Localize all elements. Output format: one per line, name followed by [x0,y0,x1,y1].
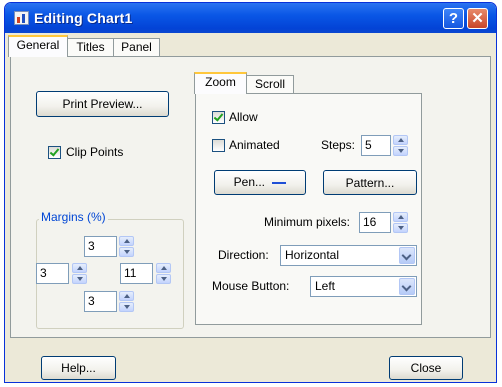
animated-checkbox[interactable] [212,139,225,152]
margin-right-spinner[interactable] [156,263,171,284]
chevron-down-icon[interactable] [399,278,415,295]
close-icon[interactable]: ✕ [467,8,488,29]
margin-bottom-field[interactable]: 3 [84,291,117,312]
direction-label: Direction: [218,248,269,262]
spin-up-icon[interactable] [156,263,171,273]
tab-titles-label: Titles [76,40,105,54]
subtab-zoom[interactable]: Zoom [194,72,247,94]
tab-panel[interactable]: Panel [113,38,160,57]
tab-general-label: General [16,38,60,52]
clip-points-label: Clip Points [66,145,124,159]
steps-spinner[interactable] [393,135,408,156]
margin-bottom-spinner[interactable] [119,291,134,312]
pen-swatch-icon [272,181,287,184]
spin-up-icon[interactable] [72,263,87,273]
chart-app-icon [14,11,29,25]
margin-top-field[interactable]: 3 [84,236,117,257]
close-button[interactable]: Close [389,356,463,380]
title-bar[interactable]: Editing Chart1 ? ✕ [5,3,496,33]
margin-top-spinner[interactable] [119,236,134,257]
subtab-scroll[interactable]: Scroll [246,75,294,94]
spin-down-icon[interactable] [72,274,87,284]
margin-left-spinner[interactable] [72,263,87,284]
direction-dropdown[interactable]: Horizontal [280,245,417,266]
animated-label: Animated [229,138,280,152]
general-tab-panel: Print Preview... Clip Points Margins (%)… [10,56,491,338]
subtab-scroll-label: Scroll [254,77,285,91]
spin-down-icon[interactable] [393,223,408,233]
pen-button[interactable]: Pen... [214,170,306,195]
spin-down-icon[interactable] [119,302,134,312]
minimum-pixels-spinner[interactable] [393,212,408,233]
print-preview-button[interactable]: Print Preview... [36,91,169,117]
mouse-button-label: Mouse Button: [212,279,290,293]
tab-titles[interactable]: Titles [67,38,114,57]
spin-up-icon[interactable] [119,291,134,301]
help-button[interactable]: Help... [41,356,116,380]
spin-up-icon[interactable] [119,236,134,246]
tab-general[interactable]: General [8,35,68,57]
tab-panel-label: Panel [121,40,152,54]
pen-button-label: Pen... [233,175,265,189]
margins-title: Margins (%) [39,210,108,224]
pattern-button[interactable]: Pattern... [323,170,417,195]
minimum-pixels-label: Minimum pixels: [264,215,351,229]
steps-field[interactable]: 5 [361,135,391,156]
steps-label: Steps: [321,138,356,152]
spin-up-icon[interactable] [393,212,408,222]
allow-checkbox[interactable] [212,111,225,124]
help-icon[interactable]: ? [443,8,464,29]
direction-value: Horizontal [285,248,340,262]
margin-right-field[interactable]: 11 [120,263,153,284]
mouse-button-dropdown[interactable]: Left [310,276,417,297]
spin-down-icon[interactable] [393,146,408,156]
spin-down-icon[interactable] [119,247,134,257]
spin-up-icon[interactable] [393,135,408,145]
window-title: Editing Chart1 [34,10,133,26]
subtab-zoom-label: Zoom [205,75,236,89]
clip-points-checkbox[interactable] [48,146,61,159]
dialog-window: Editing Chart1 ? ✕ General Titles Panel … [4,2,497,383]
margin-left-field[interactable]: 3 [36,263,69,284]
chevron-down-icon[interactable] [399,247,415,264]
zoom-subtab-panel: Allow Animated Steps: 5 Pen... Pattern..… [195,93,422,325]
mouse-button-value: Left [315,279,336,293]
minimum-pixels-field[interactable]: 16 [359,212,391,233]
allow-label: Allow [229,110,258,124]
spin-down-icon[interactable] [156,274,171,284]
